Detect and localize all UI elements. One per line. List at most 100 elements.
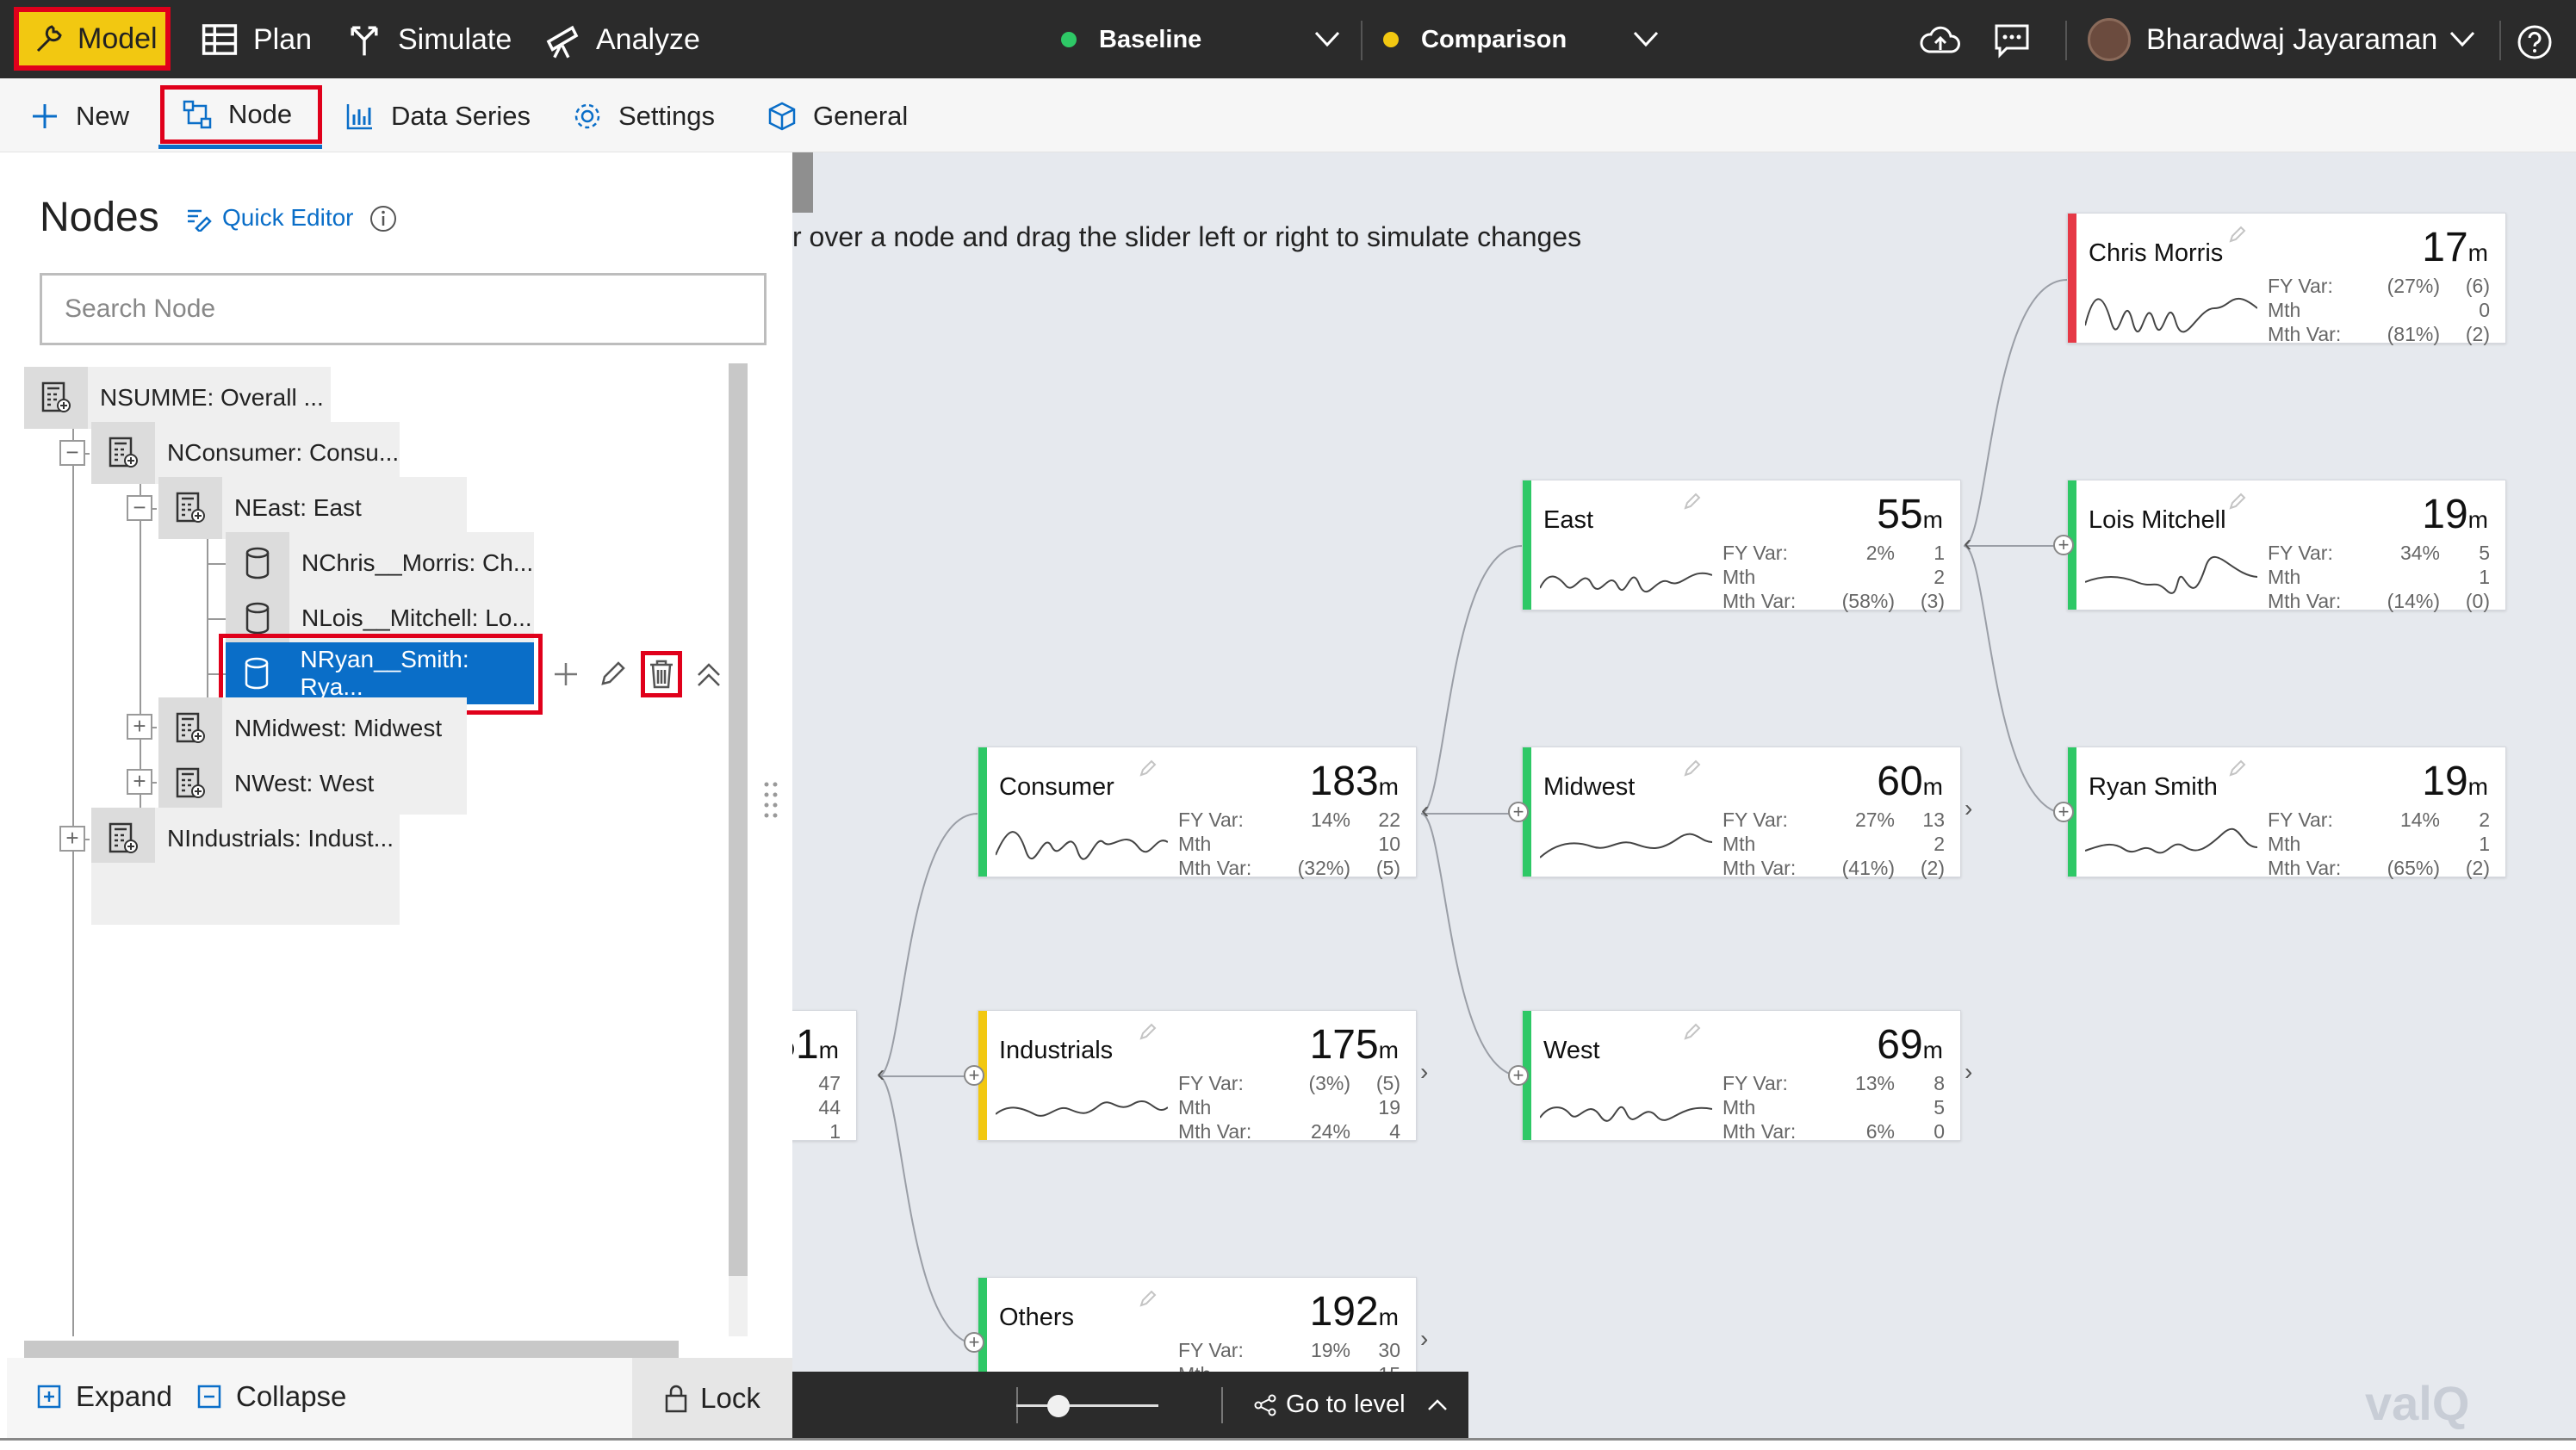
calculator-icon — [158, 753, 222, 815]
node-card-west[interactable]: West 69m FY Var: 13% 8 Mth 5 Mth Var: 6% 0 — [1522, 1010, 1961, 1143]
comparison-dropdown[interactable]: Comparison — [1383, 9, 1567, 71]
node-card-lois-mitchell[interactable]: Lois Mitchell 19m FY Var: 34% 5 Mth 1 Mth V… — [2067, 480, 2506, 612]
chevron-down-icon[interactable] — [1631, 24, 1660, 53]
collapse-node-icon[interactable]: ‹ — [1964, 530, 1971, 557]
simulate-tab[interactable]: Simulate — [345, 9, 512, 71]
search-node-input[interactable] — [40, 273, 767, 345]
bar-chart-icon — [346, 104, 372, 130]
expand-children-icon[interactable]: › — [1420, 1058, 1428, 1086]
chevron-down-icon[interactable] — [1313, 24, 1342, 53]
model-tab[interactable]: Model — [14, 7, 171, 71]
active-tab-indicator — [158, 145, 322, 149]
mth-row: Mth 0 — [2268, 299, 2490, 321]
node-metrics: FY Var: 13% 8 Mth 5 Mth Var: 6% 0 — [1723, 1071, 1945, 1143]
node-tab[interactable]: Node — [160, 85, 322, 144]
canvas-control-bar: Go to level — [792, 1372, 1468, 1438]
new-button[interactable]: New — [29, 90, 129, 142]
node-value: 19m — [2422, 759, 2488, 804]
plan-tab[interactable]: Plan — [200, 9, 312, 71]
delete-icon[interactable] — [647, 658, 676, 691]
zoom-slider-track[interactable] — [1016, 1404, 1158, 1407]
horizontal-scrollbar[interactable] — [24, 1341, 679, 1360]
cloud-upload-icon[interactable] — [1919, 21, 1962, 59]
node-metrics: 47 44 1 — [818, 1072, 841, 1143]
collapse-button[interactable]: Collapse — [196, 1380, 346, 1413]
node-card-east[interactable]: East 55m FY Var: 2% 1 Mth 2 Mth Var: (58%) (3… — [1522, 480, 1961, 612]
add-child-icon[interactable] — [551, 660, 580, 689]
plan-tab-label: Plan — [253, 22, 313, 56]
node-name: West — [1543, 1037, 1600, 1064]
pencil-icon[interactable] — [1138, 758, 1158, 778]
tree-node-midwest[interactable]: NMidwest: Midwest — [158, 697, 467, 759]
expand-icon — [37, 1385, 61, 1409]
move-up-icon[interactable] — [694, 660, 723, 689]
branch-icon — [351, 26, 378, 56]
comment-icon[interactable] — [1993, 22, 2031, 59]
expand-node-icon[interactable]: + — [1508, 1065, 1529, 1086]
expand-button[interactable]: Expand — [36, 1380, 172, 1413]
resize-handle-icon[interactable] — [762, 779, 779, 822]
expand-children-icon[interactable]: › — [1965, 795, 1972, 822]
tree-node-consumer[interactable]: NConsumer: Consu... — [91, 422, 400, 484]
node-card-chris-morris[interactable]: Chris Morris 17m FY Var: (27%) (6) Mth 0 Mt… — [2067, 213, 2506, 345]
pencil-icon[interactable] — [1682, 491, 1703, 511]
node-card-root[interactable]: 51m 47 44 1 — [792, 1010, 857, 1143]
tree-node-industrials[interactable]: NIndustrials: Indust... — [91, 808, 400, 870]
expand-node-icon[interactable]: + — [2053, 802, 2074, 822]
expand-node-icon[interactable]: + — [1508, 802, 1529, 822]
cube-icon — [768, 102, 796, 131]
tree-node-partial[interactable] — [91, 863, 400, 925]
pencil-icon[interactable] — [1682, 1021, 1703, 1042]
collapse-toggle[interactable]: − — [127, 495, 152, 521]
tree-canvas[interactable]: r over a node and drag the slider left o… — [792, 152, 2576, 1438]
expand-node-icon[interactable]: + — [2053, 535, 2074, 555]
mth-var-row: Mth Var: (14%) (0) — [2268, 590, 2490, 612]
go-to-level-button[interactable]: Go to level — [1253, 1391, 1449, 1419]
general-tab[interactable]: General — [767, 90, 908, 142]
expand-node-icon[interactable]: + — [964, 1332, 984, 1353]
node-value: 17m — [2422, 225, 2488, 270]
tree-node-east[interactable]: NEast: East — [158, 477, 467, 539]
expand-node-icon[interactable]: + — [964, 1065, 984, 1086]
quick-editor-link[interactable]: Quick Editor — [184, 204, 354, 232]
expand-toggle[interactable]: + — [127, 769, 152, 795]
help-icon[interactable] — [2517, 24, 2553, 60]
collapse-node-icon[interactable]: ‹ — [1421, 796, 1429, 824]
expand-toggle[interactable]: + — [59, 826, 85, 852]
plus-icon — [33, 104, 57, 128]
collapse-node-icon[interactable]: ‹ — [877, 1060, 885, 1088]
status-stripe — [2068, 214, 2076, 343]
pencil-icon[interactable] — [2227, 224, 2248, 245]
node-card-ryan-smith[interactable]: Ryan Smith 19m FY Var: 14% 2 Mth 1 Mth Var:… — [2067, 747, 2506, 879]
collapse-toggle[interactable]: − — [59, 440, 85, 466]
user-menu[interactable]: Bharadwaj Jayaraman — [2088, 9, 2437, 71]
divider — [1361, 21, 1362, 60]
lock-button[interactable]: Lock — [632, 1358, 792, 1438]
tree-node-chris-morris[interactable]: NChris__Morris: Ch... — [226, 532, 534, 594]
pencil-icon[interactable] — [1138, 1288, 1158, 1309]
tree-node-west[interactable]: NWest: West — [158, 753, 467, 815]
pencil-icon[interactable] — [1138, 1021, 1158, 1042]
pencil-icon[interactable] — [2227, 758, 2248, 778]
pencil-icon[interactable] — [2227, 491, 2248, 511]
analyze-tab[interactable]: Analyze — [543, 9, 700, 71]
node-card-midwest[interactable]: Midwest 60m FY Var: 27% 13 Mth 2 Mth Var: (4… — [1522, 747, 1961, 879]
info-icon[interactable] — [369, 204, 398, 233]
zoom-slider-thumb[interactable] — [1047, 1395, 1070, 1417]
expand-children-icon[interactable]: › — [1420, 1325, 1428, 1353]
pencil-icon[interactable] — [598, 660, 627, 689]
tree-node-overall[interactable]: NSUMME: Overall ... — [24, 367, 331, 429]
mth-var-row: Mth Var: (32%) (5) — [1178, 857, 1400, 879]
hierarchy-icon — [183, 100, 212, 129]
node-card-consumer[interactable]: Consumer 183m FY Var: 14% 22 Mth 10 Mth Var… — [978, 747, 1417, 879]
node-card-industrials[interactable]: Industrials 175m FY Var: (3%) (5) Mth 19 Mt… — [978, 1010, 1417, 1143]
settings-tab[interactable]: Settings — [572, 90, 715, 142]
pencil-icon[interactable] — [1682, 758, 1703, 778]
chevron-down-icon[interactable] — [2448, 24, 2477, 53]
expand-children-icon[interactable]: › — [1965, 1058, 1972, 1086]
data-series-tab[interactable]: Data Series — [345, 90, 531, 142]
collapse-label: Collapse — [236, 1380, 347, 1412]
baseline-dropdown[interactable]: Baseline — [1061, 9, 1201, 71]
mth-row: Mth 19 — [1178, 1096, 1400, 1118]
expand-toggle[interactable]: + — [127, 714, 152, 740]
